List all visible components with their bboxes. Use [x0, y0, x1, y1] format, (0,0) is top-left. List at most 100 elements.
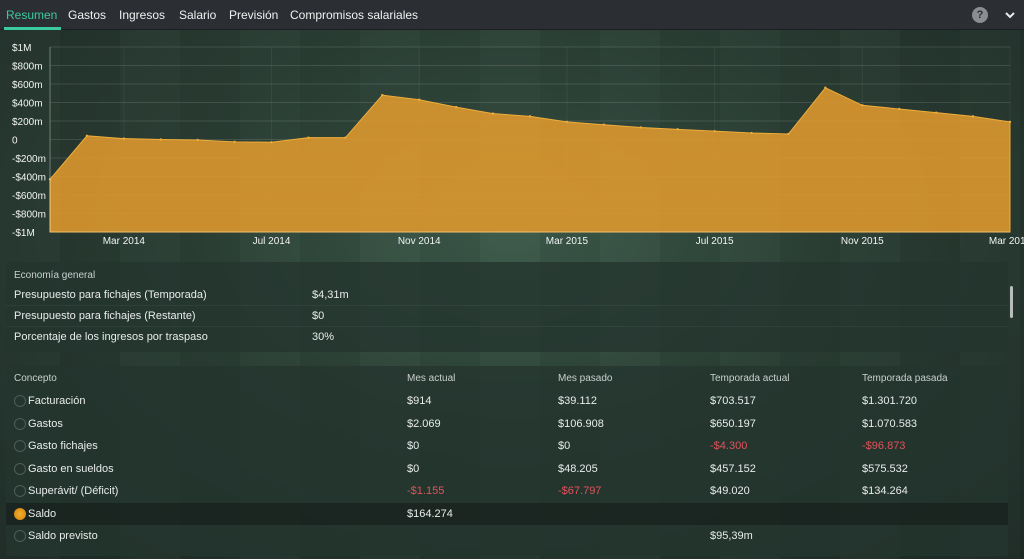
column-header-temporada-actual[interactable]: Temporada actual [710, 373, 790, 384]
data-point [898, 107, 901, 111]
table-cell: $49.020 [710, 485, 750, 497]
table-cell: -$96.873 [862, 440, 906, 452]
table-cell: $134.264 [862, 485, 908, 497]
data-point [971, 115, 975, 118]
finances-table-panel: Concepto Mes actual Mes pasado Temporada… [6, 366, 1008, 556]
column-header-concepto[interactable]: Concepto [14, 373, 57, 384]
circle-icon [14, 440, 26, 452]
y-tick-label: -$400m [12, 173, 46, 184]
data-point [824, 86, 827, 89]
data-point [528, 115, 532, 118]
circle-icon [14, 395, 26, 407]
row-concept-label: Saldo [28, 507, 57, 520]
column-header-temporada-pasada[interactable]: Temporada pasada [862, 373, 948, 384]
data-point [122, 137, 126, 140]
general-row-value: $4,31m [312, 289, 349, 301]
y-tick-label: $1M [12, 43, 31, 54]
y-tick-label: $400m [12, 99, 43, 110]
general-economy-panel: Economía general Presupuesto para fichaj… [6, 262, 1013, 352]
table-cell: $0 [407, 462, 420, 475]
x-tick-label: Nov 2015 [841, 236, 884, 247]
x-tick-label: Mar 2015 [546, 236, 589, 247]
tab-resumen[interactable]: Resumen [3, 0, 62, 30]
y-tick-label: -$600m [12, 191, 46, 202]
table-cell: $575.532 [862, 462, 908, 475]
row-concept-label: Gasto en sueldos [28, 462, 114, 475]
general-row-value: 30% [312, 331, 335, 343]
table-cell: $703.517 [710, 395, 756, 407]
row-concept-label: Gastos [28, 417, 63, 430]
data-point [381, 93, 384, 97]
y-tick-label: $200m [12, 117, 43, 128]
data-point [196, 138, 199, 142]
table-cell: -$4.300 [710, 440, 748, 452]
column-header-mes-pasado[interactable]: Mes pasado [558, 373, 612, 384]
table-cell: $106.908 [558, 417, 604, 430]
row-concept-label: Saldo previsto [28, 530, 98, 542]
data-point [307, 136, 310, 139]
scrollbar[interactable] [1010, 286, 1013, 318]
table-cell: $39.112 [558, 395, 597, 407]
table-cell: $650.197 [710, 417, 756, 430]
general-row: Porcentaje de los ingresos por traspaso … [6, 327, 1008, 348]
finance-area-chart: $1M $800m $600m $400m $200m 0 -$200m -$400m -$60… [0, 30, 1024, 255]
chart-svg: $1M $800m $600m $400m $200m 0 -$200m -$400m -$60… [12, 43, 1024, 247]
table-row[interactable]: Saldo previsto $95,39m [6, 525, 1008, 547]
data-point [565, 120, 569, 124]
data-point [713, 129, 716, 133]
row-concept-label: Gasto fichajes [28, 440, 98, 452]
data-point [1008, 120, 1012, 124]
tab-compromisos-salariales[interactable]: Compromisos salariales [290, 0, 418, 30]
data-point [861, 104, 864, 107]
x-tick-label: Nov 2014 [398, 236, 441, 247]
tab-prevision[interactable]: Previsión [229, 0, 278, 30]
y-tick-label: -$800m [12, 210, 46, 221]
circle-icon [14, 530, 26, 542]
y-tick-label: $800m [12, 62, 43, 73]
general-row: Presupuesto para fichajes (Temporada) $4… [6, 285, 1008, 306]
data-point [233, 140, 236, 144]
table-cell: $95,39m [710, 530, 753, 542]
y-tick-label: $600m [12, 80, 43, 91]
x-tick-label: Jul 2015 [696, 236, 734, 247]
general-row-label: Presupuesto para fichajes (Temporada) [14, 289, 207, 301]
table-cell: $0 [558, 440, 571, 452]
data-point [418, 98, 421, 101]
data-point [85, 134, 89, 137]
tab-ingresos[interactable]: Ingresos [119, 0, 165, 30]
circle-icon [14, 485, 26, 497]
data-point [344, 136, 347, 139]
x-tick-label: Mar 2016 [989, 236, 1024, 247]
general-row-value: $0 [312, 310, 325, 322]
section-title-general: Economía general [14, 270, 96, 281]
data-point [602, 123, 606, 126]
data-point [159, 138, 162, 141]
table-cell: $1.301.720 [862, 395, 918, 407]
y-tick-label: -$200m [12, 154, 46, 165]
tab-salario[interactable]: Salario [179, 0, 216, 30]
table-row[interactable]: Gasto en sueldos $0 $48.205 $457.152 $575.53… [6, 458, 1008, 480]
table-row[interactable]: Gasto fichajes $0 $0 -$4.300 -$96.873 [6, 435, 1008, 457]
table-row[interactable]: Gastos $2.069 $106.908 $650.197 $1.070.583 [6, 413, 1008, 435]
tab-gastos[interactable]: Gastos [68, 0, 106, 30]
chevron-down-icon[interactable] [1002, 6, 1018, 24]
circle-icon [14, 417, 26, 430]
top-nav-bar: Resumen Gastos Ingresos Salario Previsió… [0, 0, 1024, 30]
row-concept-label: Superávit/ (Déficit) [28, 485, 119, 497]
table-cell: $48.205 [558, 462, 598, 475]
table-cell: -$67.797 [558, 485, 602, 497]
question-icon[interactable]: ? [972, 7, 988, 23]
row-concept-label: Facturación [28, 395, 86, 407]
circle-icon [14, 462, 26, 475]
general-row-label: Porcentaje de los ingresos por traspaso [14, 331, 208, 343]
table-cell: $2.069 [407, 417, 441, 430]
table-cell: $164.274 [407, 507, 453, 520]
data-point [491, 112, 495, 115]
y-tick-label: -$1M [12, 228, 35, 239]
column-header-mes-actual[interactable]: Mes actual [407, 373, 455, 384]
data-point [454, 105, 458, 109]
table-row[interactable]: Facturación $914 $39.112 $703.517 $1.301.720 [6, 390, 1008, 412]
table-row[interactable]: Saldo $164.274 [6, 502, 1008, 525]
data-point [787, 132, 790, 136]
table-row[interactable]: Superávit/ (Déficit) -$1.155 -$67.797 $49.0… [6, 480, 1008, 502]
